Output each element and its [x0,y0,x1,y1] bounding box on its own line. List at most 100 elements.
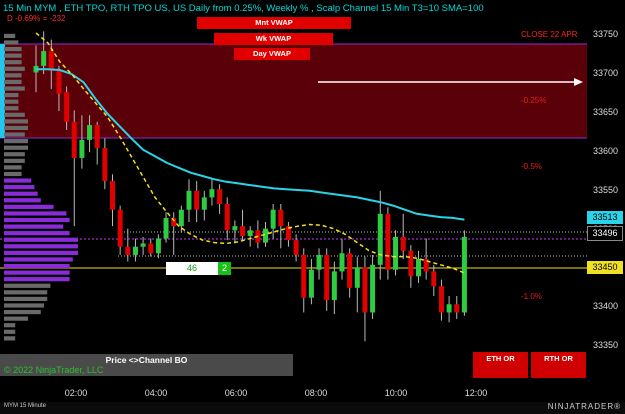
candle-body [454,304,460,313]
candle-body [324,254,330,301]
y-tick-label: 33750 [593,29,619,39]
daily-change-label: D -0.69% = -232 [7,14,66,23]
daily-vwap-button[interactable]: Day VWAP [234,48,310,60]
candle-body [132,246,138,255]
rth-or-button[interactable]: RTH OR [531,352,586,378]
weekly-vwap-button[interactable]: Wk VWAP [214,33,333,45]
price-channel-label: Price <>Channel BO [105,355,188,365]
pct-level-05: -0.5% [521,162,542,171]
tpo-row [4,204,54,209]
instrument-label: MYM 15 Minute [4,403,47,409]
monthly-vwap-button[interactable]: Mnt VWAP [197,17,351,29]
x-tick-label: 06:00 [224,388,248,398]
tpo-row [4,257,73,262]
candle-body [354,267,360,288]
last-price-box: 33496 [587,226,623,241]
candle-body [56,70,62,94]
candle-body [293,240,299,255]
tpo-row [4,119,28,124]
tpo-row [4,53,22,58]
tpo-row [4,231,70,236]
price-channel-button[interactable]: Price <>Channel BO © 2022 NinjaTrader, L… [0,354,293,376]
candle-body [438,286,444,313]
eth-or-button[interactable]: ETH OR [473,352,528,378]
candle-body [240,226,246,237]
candle-body [94,125,100,149]
candle-body [209,189,215,198]
candle-body [347,253,353,288]
tpo-row [4,171,22,177]
candle-body [79,139,85,158]
y-tick-label: 33400 [593,301,619,311]
tpo-row [4,178,32,183]
x-tick-label: 08:00 [304,388,328,398]
candle-body [247,230,253,237]
candle-body [224,203,230,231]
tpo-row [4,99,19,104]
tpo-row [4,191,38,196]
candle-body [416,259,421,277]
candle-body [110,180,115,210]
tpo-row [4,152,25,157]
candle-body [331,271,337,301]
tpo-row [4,165,22,170]
candle-body [385,213,391,270]
candle-body [362,267,368,313]
tpo-row [4,132,25,137]
tpo-row [4,316,28,321]
candle-body [316,254,322,270]
ninjatrader-logo: NINJATRADER® [547,402,621,411]
close-date-label: CLOSE 22 APR [521,30,578,39]
tpo-row [4,290,48,295]
tpo-row [4,46,22,52]
tpo-row [4,112,25,117]
vwap-price-box: 33513 [587,211,623,224]
session-marker-bar [0,44,5,138]
tpo-row [4,60,22,65]
price-axis[interactable]: 33750 33700 33650 33600 33550 33500 3340… [587,0,625,380]
tpo-row [4,303,44,308]
candle-body [201,197,207,210]
candle-body [148,243,154,254]
tpo-row [4,217,70,223]
candle-body [400,236,406,251]
x-tick-label: 02:00 [64,388,88,398]
y-tick-label: 33350 [593,340,619,350]
tpo-row [4,40,19,45]
tpo-row [4,185,35,190]
candle-body [64,92,70,122]
tpo-row [4,125,28,131]
candle-body [194,190,200,210]
y-tick-label: 33700 [593,68,619,78]
sma-value-box[interactable]: 46 [166,262,218,275]
tpo-row [4,158,25,163]
footer-bar: MYM 15 Minute NINJATRADER® [0,402,625,414]
tpo-row [4,92,19,98]
x-tick-label: 12:00 [464,388,488,398]
copyright-text: © 2022 NinjaTrader, LLC [4,365,104,375]
candle-body [102,148,108,181]
sma-step-box[interactable]: 2 [218,262,231,275]
tpo-row [4,211,67,216]
candle-body [140,243,146,247]
tpo-row [4,277,70,282]
candle-body [87,125,93,140]
candle-body [308,269,314,298]
chart-title: 15 Min MYM , ETH TPO, RTH TPO US, US Dai… [3,3,484,14]
candle-body [263,228,268,243]
y-tick-label: 33600 [593,146,619,156]
tpo-row [4,66,25,71]
chart-area[interactable]: 15 Min MYM , ETH TPO, RTH TPO US, US Dai… [0,0,587,380]
candle-body [393,236,399,270]
tpo-row [4,33,16,39]
candle-body [232,226,238,231]
sma-price-box: 33450 [587,261,623,274]
tpo-row [4,250,78,255]
candle-body [178,209,184,227]
tpo-row [4,86,25,91]
tpo-row [4,244,78,249]
candle-body [125,246,131,255]
candle-body [377,213,383,265]
candle-body [71,121,77,158]
time-axis[interactable]: 02:00 04:00 06:00 08:00 10:00 12:00 [0,380,587,402]
